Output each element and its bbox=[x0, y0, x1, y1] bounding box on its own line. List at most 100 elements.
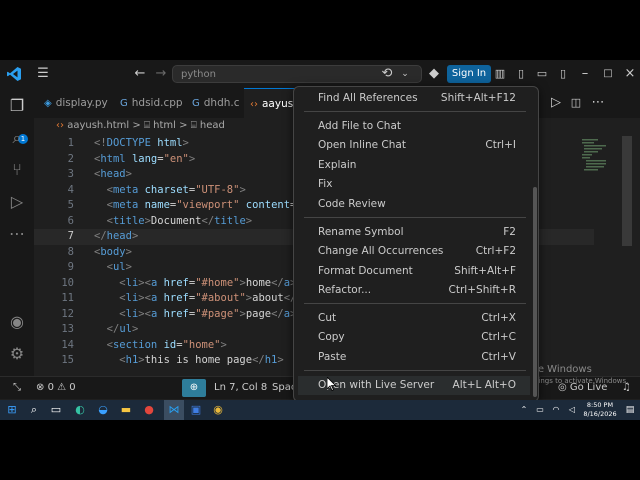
line-number: 6 bbox=[67, 214, 74, 227]
code-text: <html lang="en"> bbox=[94, 152, 196, 165]
menu-item-rename-symbol[interactable]: Rename Symbol F2 bbox=[298, 223, 530, 242]
context-menu: Find All References Shift+Alt+F12 Add File… bbox=[293, 86, 539, 402]
code-text: <li><a href="#home">home</a> bbox=[119, 276, 296, 289]
menu-item-refactor[interactable]: Refactor... Ctrl+Shift+R bbox=[298, 281, 530, 300]
menu-item-shortcut: Ctrl+C bbox=[481, 331, 516, 343]
file-explorer-icon[interactable]: ▬ bbox=[116, 400, 136, 420]
problems-indicator[interactable]: ⊗ 0 ⚠ 0 bbox=[36, 377, 76, 399]
toggle-primary-sidebar-icon[interactable]: ▯ bbox=[513, 60, 529, 88]
breadcrumb-html[interactable]: html bbox=[153, 120, 176, 131]
more-icon[interactable]: ⋯ bbox=[0, 224, 34, 243]
line-number: 2 bbox=[67, 152, 74, 165]
menu-item-shortcut: Shift+Alt+F bbox=[454, 265, 516, 277]
html-file-icon: ‹› bbox=[56, 120, 64, 131]
context-menu-scrollbar[interactable] bbox=[533, 187, 537, 397]
menu-item-shortcut: Ctrl+I bbox=[485, 139, 516, 151]
windows-start-icon[interactable]: ⊞ bbox=[2, 400, 22, 420]
vscode-taskbar-icon[interactable]: ⋈ bbox=[164, 400, 184, 420]
breadcrumb-separator: > bbox=[179, 120, 188, 131]
menu-separator bbox=[304, 217, 526, 218]
menu-item-copy[interactable]: Copy Ctrl+C bbox=[298, 328, 530, 347]
run-debug-icon[interactable]: ▷ bbox=[0, 192, 34, 211]
split-editor-icon[interactable]: ◫ bbox=[568, 89, 584, 117]
zoom-icon[interactable]: ⊕ bbox=[182, 379, 206, 397]
minimap[interactable] bbox=[578, 137, 618, 177]
vscode-logo-icon bbox=[6, 66, 22, 82]
menu-item-shortcut: F2 bbox=[503, 226, 516, 238]
toggle-panel-icon[interactable]: ▭ bbox=[534, 60, 550, 88]
account-icon[interactable]: ◉ bbox=[0, 312, 34, 331]
clock-time: 8:50 PM bbox=[586, 401, 614, 409]
back-arrow-icon[interactable]: ← bbox=[131, 60, 149, 88]
close-icon[interactable]: × bbox=[622, 60, 638, 88]
menu-item-fix[interactable]: Fix bbox=[298, 175, 530, 194]
tab-display-py[interactable]: ◈ display.py bbox=[44, 88, 108, 118]
menu-item-find-all-references[interactable]: Find All References Shift+Alt+F12 bbox=[298, 89, 530, 108]
red-app-icon[interactable]: ● bbox=[139, 400, 159, 420]
code-text: <ul> bbox=[106, 261, 132, 273]
mouse-cursor-icon bbox=[326, 376, 337, 395]
vscode-window: ☰ ← → python ⟲ ⌄ ◆ Sign In ▥ ▯ ▭ ▯ – □ ×… bbox=[0, 60, 640, 420]
word-icon[interactable]: ▣ bbox=[186, 400, 206, 420]
remote-indicator-icon[interactable]: ⤡ bbox=[0, 377, 34, 399]
task-view-icon[interactable]: ▭ bbox=[46, 400, 66, 420]
code-text: <h1>this is home page</h1> bbox=[119, 354, 284, 366]
forward-arrow-icon[interactable]: → bbox=[152, 60, 170, 88]
element-icon: ⌸ bbox=[143, 120, 150, 131]
accounts-cube-icon[interactable]: ◆ bbox=[426, 60, 442, 88]
search-icon[interactable]: ⌕ bbox=[0, 128, 34, 148]
source-control-icon[interactable]: ⑂ bbox=[0, 160, 34, 179]
menu-item-code-review[interactable]: Code Review bbox=[298, 195, 530, 214]
menu-item-format-document[interactable]: Format Document Shift+Alt+F bbox=[298, 262, 530, 281]
code-text: <head> bbox=[94, 168, 132, 180]
settings-gear-icon[interactable]: ⚙ bbox=[0, 344, 34, 363]
menu-item-add-file-to-chat[interactable]: Add File to Chat bbox=[298, 117, 530, 136]
code-text: <meta charset="UTF-8"> bbox=[106, 183, 246, 196]
breadcrumb-separator: > bbox=[132, 120, 141, 131]
menu-item-paste[interactable]: Paste Ctrl+V bbox=[298, 348, 530, 367]
error-icon: ⊗ bbox=[36, 382, 45, 393]
python-file-icon: ◈ bbox=[44, 98, 52, 109]
tab-dhdh-c[interactable]: Gdhdh.c bbox=[192, 88, 240, 118]
menu-item-cut[interactable]: Cut Ctrl+X bbox=[298, 309, 530, 328]
menu-item-label: Paste bbox=[318, 351, 347, 363]
line-number: 4 bbox=[67, 183, 74, 196]
minimize-icon[interactable]: – bbox=[577, 60, 593, 88]
tab-label: dhdh.c bbox=[203, 97, 240, 109]
notifications-icon[interactable]: ▤ bbox=[620, 400, 640, 420]
taskbar-clock[interactable]: 8:50 PM 8/16/2026 bbox=[578, 401, 622, 419]
line-number: 9 bbox=[67, 261, 74, 273]
edge-app-icon[interactable]: ◒ bbox=[93, 400, 113, 420]
cursor-position[interactable]: Ln 7, Col 8 bbox=[214, 377, 267, 399]
menu-item-shortcut: Ctrl+Shift+R bbox=[448, 284, 516, 296]
menu-item-change-all-occurrences[interactable]: Change All Occurrences Ctrl+F2 bbox=[298, 242, 530, 261]
line-number: 13 bbox=[61, 323, 74, 335]
customize-layout-icon[interactable]: ▥ bbox=[492, 60, 508, 88]
maximize-icon[interactable]: □ bbox=[600, 60, 616, 88]
editor-more-icon[interactable]: ⋯ bbox=[590, 89, 606, 117]
clock-date: 8/16/2026 bbox=[583, 410, 617, 418]
editor-scrollbar[interactable] bbox=[622, 136, 632, 246]
run-icon[interactable]: ▷ bbox=[548, 89, 564, 117]
toggle-secondary-sidebar-icon[interactable]: ▯ bbox=[555, 60, 571, 88]
c-file-icon: G bbox=[192, 98, 200, 109]
line-number: 10 bbox=[61, 276, 74, 289]
windows-taskbar: ⊞ ⌕ ▭ ◐ ◒ ▬ ● ▤ ⋈ ▣ ◉ ⌃ ▭ ◠ ◁ 8:50 PM 8/… bbox=[0, 400, 640, 420]
line-number: 11 bbox=[61, 292, 74, 304]
chrome-icon[interactable]: ◉ bbox=[208, 400, 228, 420]
menu-item-label: Fix bbox=[318, 178, 333, 190]
taskbar-search-icon[interactable]: ⌕ bbox=[24, 400, 44, 420]
edge-browser-icon[interactable]: ◐ bbox=[70, 400, 90, 420]
code-text: <title>Document</title> bbox=[106, 214, 253, 227]
chevron-down-icon[interactable]: ⌄ bbox=[398, 60, 412, 88]
copilot-chat-icon[interactable]: ⟲ bbox=[378, 60, 396, 88]
tab-hdsid-cpp[interactable]: Ghdsid.cpp bbox=[120, 88, 183, 118]
breadcrumb-head[interactable]: head bbox=[200, 120, 225, 131]
menu-item-explain[interactable]: Explain bbox=[298, 156, 530, 175]
sign-in-button[interactable]: Sign In bbox=[447, 65, 491, 83]
menu-item-label: Add File to Chat bbox=[318, 120, 401, 132]
explorer-icon[interactable]: ❐ bbox=[0, 96, 34, 115]
menu-item-open-inline-chat[interactable]: Open Inline Chat Ctrl+I bbox=[298, 136, 530, 155]
menu-icon[interactable]: ☰ bbox=[34, 60, 52, 88]
breadcrumb-file[interactable]: aayush.html bbox=[67, 120, 129, 131]
